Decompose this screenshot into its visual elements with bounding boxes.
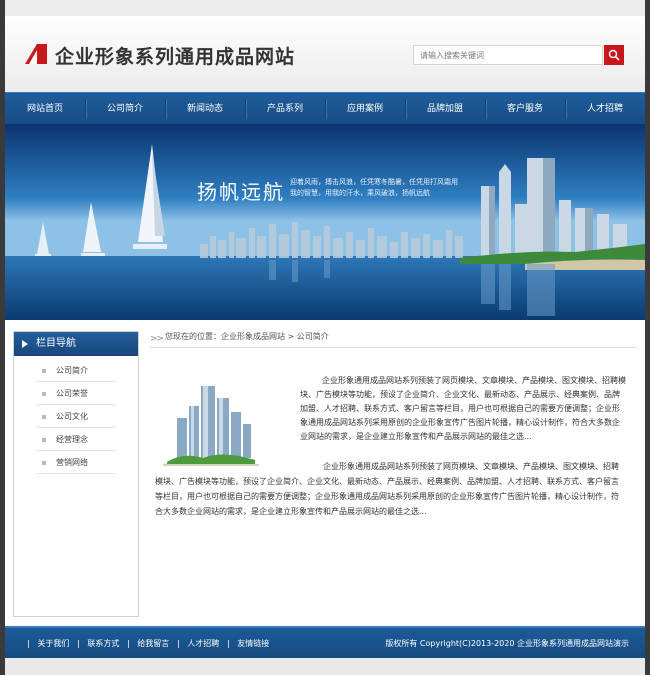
sidebar-item-network[interactable]: 营销网络 bbox=[36, 452, 116, 474]
footer-link-friends[interactable]: 友情链接 bbox=[237, 628, 269, 660]
footer-separator: | bbox=[27, 639, 30, 648]
footer-separator: | bbox=[76, 639, 80, 648]
breadcrumb-prefix: 您现在的位置： bbox=[165, 332, 221, 341]
nav-item-home[interactable]: 网站首页 bbox=[5, 93, 85, 125]
banner-title: 扬帆远航 bbox=[197, 180, 285, 204]
main-nav: 网站首页 公司简介 新闻动态 产品系列 应用案例 品牌加盟 客户服务 人才招聘 bbox=[5, 92, 645, 126]
bullet-icon bbox=[42, 392, 46, 396]
hero-banner: 扬帆远航 迎着风雨，搏击风浪，任凭寒冬酷暑，任凭用打风霜用我的智慧，用我的汗水，… bbox=[5, 124, 645, 320]
bullet-icon bbox=[42, 438, 46, 442]
sidebar-item-culture[interactable]: 公司文化 bbox=[36, 406, 116, 428]
sidebar-item-label: 营销网络 bbox=[56, 458, 88, 467]
footer-links: | 关于我们 | 联系方式 | 给我留言 | 人才招聘 | 友情链接 bbox=[27, 628, 269, 660]
search-button[interactable] bbox=[604, 45, 624, 65]
double-chevron-icon: >> bbox=[150, 334, 164, 344]
breadcrumb-home[interactable]: 企业形象成品网站 bbox=[221, 332, 285, 341]
site-footer: | 关于我们 | 联系方式 | 给我留言 | 人才招聘 | 友情链接 版权所有 … bbox=[5, 626, 645, 660]
nav-item-cases[interactable]: 应用案例 bbox=[325, 93, 405, 125]
sidebar-item-about[interactable]: 公司简介 bbox=[36, 360, 116, 382]
bullet-icon bbox=[42, 415, 46, 419]
site-header: 企业形象系列通用成品网站 请输入搜索关键词 bbox=[5, 16, 645, 92]
bullet-icon bbox=[42, 461, 46, 465]
footer-copyright: 版权所有 Copyright(C)2013-2020 企业形象系列通用成品网站演… bbox=[385, 639, 629, 648]
nav-item-about[interactable]: 公司简介 bbox=[85, 93, 165, 125]
footer-link-about[interactable]: 关于我们 bbox=[37, 628, 69, 660]
logo-icon bbox=[25, 44, 47, 64]
footer-separator: | bbox=[126, 639, 130, 648]
sidebar-item-label: 公司文化 bbox=[56, 412, 88, 421]
breadcrumb: 您现在的位置：企业形象成品网站 > 公司简介 bbox=[165, 331, 329, 343]
footer-link-message[interactable]: 给我留言 bbox=[137, 628, 169, 660]
nav-item-service[interactable]: 客户服务 bbox=[485, 93, 565, 125]
content-paragraph: 企业形象通用成品网站系列预装了网页模块、文章模块、产品模块、图文模块、招聘模块、… bbox=[155, 462, 619, 516]
sidebar-title: 栏目导航 bbox=[36, 338, 76, 349]
city-building-image bbox=[163, 378, 259, 466]
breadcrumb-separator: > bbox=[287, 332, 295, 341]
nav-item-news[interactable]: 新闻动态 bbox=[165, 93, 245, 125]
sidebar-item-honors[interactable]: 公司荣誉 bbox=[36, 383, 116, 405]
footer-link-jobs[interactable]: 人才招聘 bbox=[187, 628, 219, 660]
search-icon bbox=[608, 49, 620, 61]
nav-item-franchise[interactable]: 品牌加盟 bbox=[405, 93, 485, 125]
page: 企业形象系列通用成品网站 请输入搜索关键词 网站首页 公司简介 新闻动态 产品系… bbox=[5, 0, 645, 675]
content-paragraph: 企业形象通用成品网站系列预装了网页模块、文章模块、产品模块、图文模块、招聘模块、… bbox=[300, 376, 626, 441]
banner-subtitle: 迎着风雨，搏击风浪，任凭寒冬酷暑，任凭用打风霜用我的智慧，用我的汗水，乘风破浪，… bbox=[290, 178, 458, 197]
sidebar-item-label: 公司荣誉 bbox=[56, 389, 88, 398]
triangle-icon bbox=[22, 340, 28, 348]
nav-item-jobs[interactable]: 人才招聘 bbox=[565, 93, 645, 125]
breadcrumb-current[interactable]: 公司简介 bbox=[297, 332, 329, 341]
sidebar-item-philosophy[interactable]: 经营理念 bbox=[36, 429, 116, 451]
banner-illustration bbox=[5, 124, 645, 320]
footer-link-contact[interactable]: 联系方式 bbox=[87, 628, 119, 660]
sidebar-item-label: 经营理念 bbox=[56, 435, 88, 444]
sidebar-item-label: 公司简介 bbox=[56, 366, 88, 375]
site-title[interactable]: 企业形象系列通用成品网站 bbox=[55, 42, 295, 69]
search-input[interactable]: 请输入搜索关键词 bbox=[413, 45, 603, 65]
nav-item-products[interactable]: 产品系列 bbox=[245, 93, 325, 125]
bullet-icon bbox=[42, 369, 46, 373]
sidebar: 栏目导航 公司简介 公司荣誉 公司文化 经营理念 营销网络 bbox=[13, 331, 139, 617]
bottom-band bbox=[5, 658, 645, 675]
divider bbox=[150, 347, 636, 348]
sidebar-header: 栏目导航 bbox=[14, 332, 138, 356]
top-bar bbox=[5, 0, 645, 16]
footer-separator: | bbox=[176, 639, 180, 648]
footer-separator: | bbox=[226, 639, 230, 648]
